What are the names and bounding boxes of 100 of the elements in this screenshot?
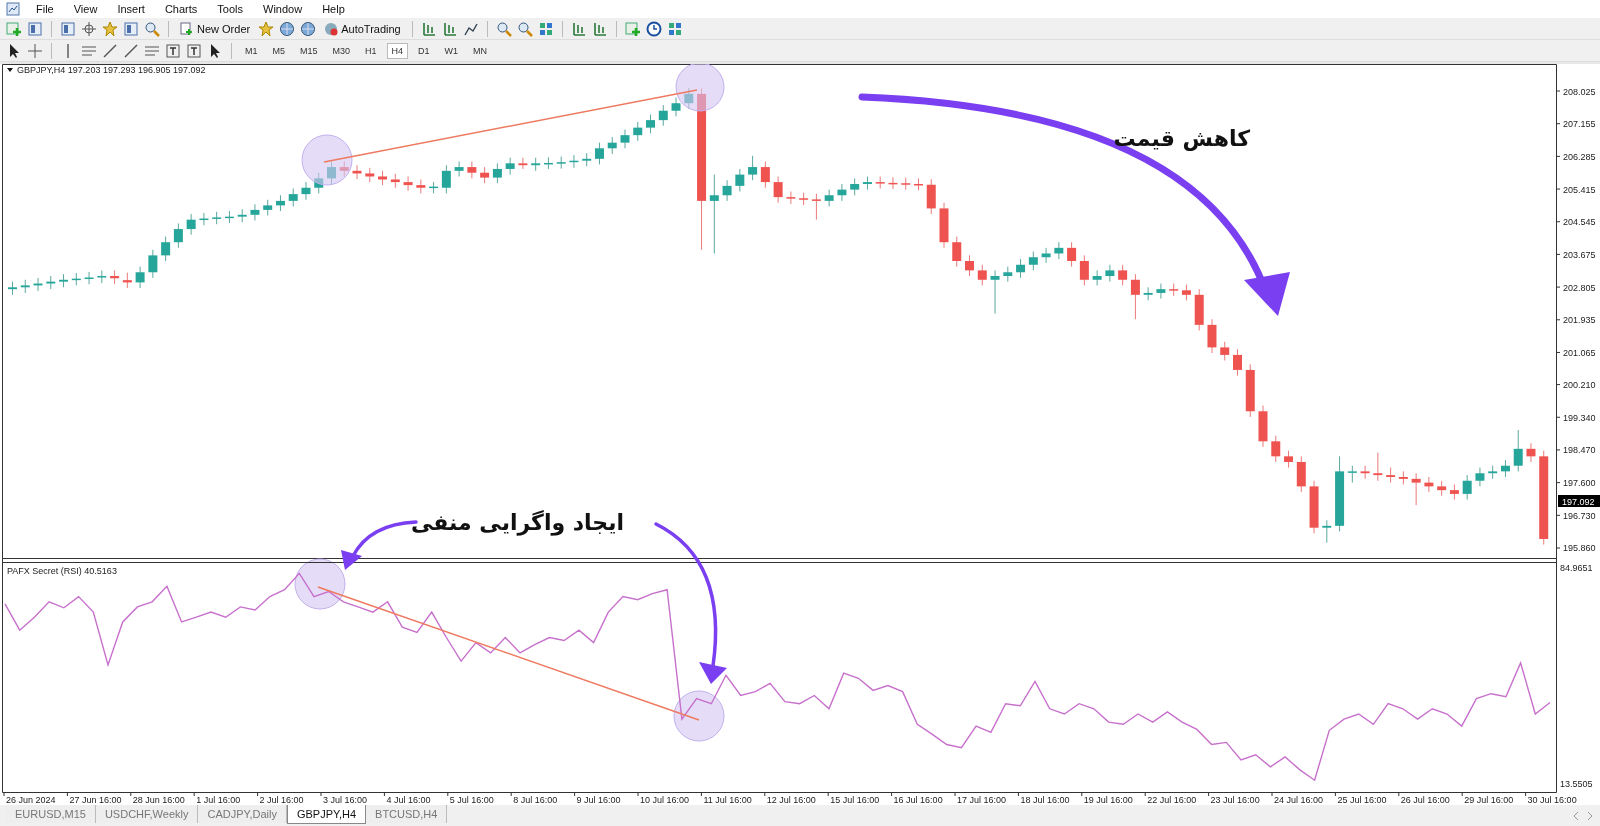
candle: [1079, 254, 1089, 286]
time-label: 28 Jun 16:00: [132, 795, 185, 805]
candle: [1181, 284, 1191, 301]
time-label: 3 Jul 16:00: [323, 795, 368, 805]
trendline-icon[interactable]: [102, 42, 118, 59]
chart-tab[interactable]: GBPJPY,H4: [286, 805, 367, 824]
candle: [888, 176, 898, 190]
menu-item[interactable]: View: [65, 3, 106, 15]
candle: [275, 194, 285, 212]
candle: [1067, 241, 1077, 268]
crosshair-icon[interactable]: [27, 42, 43, 59]
candle: [1475, 467, 1485, 487]
data-window-icon[interactable]: [102, 20, 118, 37]
indicator-axis-label: 84.9651: [1560, 563, 1593, 573]
new-chart-icon[interactable]: [6, 20, 22, 37]
menu-item[interactable]: Insert: [109, 3, 153, 15]
candle: [646, 114, 655, 134]
candle: [760, 160, 770, 189]
candle: [71, 272, 81, 286]
timeframe-button[interactable]: M15: [295, 42, 323, 59]
candle: [990, 269, 1000, 315]
time-label: 22 Jul 16:00: [1147, 795, 1197, 805]
timeframe-button[interactable]: H1: [360, 42, 382, 59]
candle: [237, 208, 247, 223]
candle: [84, 271, 94, 285]
chart-header: GBPJPY,H4 197.203 197.293 196.905 197.092: [17, 65, 206, 75]
candle: [288, 188, 298, 207]
candle: [1271, 435, 1281, 463]
candle: [301, 181, 311, 201]
collapse-icon[interactable]: [7, 68, 13, 72]
autotrading-button[interactable]: AutoTrading: [321, 18, 404, 39]
timeframe-button[interactable]: W1: [439, 42, 464, 59]
highlight-circle: [673, 690, 725, 742]
candle: [1092, 269, 1102, 286]
annotation-text: کاهش قیمت: [1113, 126, 1250, 151]
menu-item[interactable]: Window: [255, 3, 311, 15]
text-tool-icon[interactable]: [165, 42, 181, 59]
timeframe-button[interactable]: M30: [327, 42, 356, 59]
candle: [939, 202, 949, 249]
candle: [378, 170, 388, 186]
candle: [314, 172, 324, 194]
price-label: 206.285: [1563, 151, 1596, 162]
candle: [467, 160, 477, 179]
candle: [1437, 480, 1447, 497]
bar-chart-icon[interactable]: [420, 20, 437, 37]
candle: [135, 266, 145, 289]
candle: [1220, 341, 1230, 362]
price-label: 205.415: [1563, 184, 1596, 195]
candle: [173, 222, 183, 249]
app-icon[interactable]: [6, 2, 20, 16]
highlight-circle: [301, 134, 353, 186]
time-label: 25 Jul 16:00: [1337, 795, 1387, 805]
navigator-icon[interactable]: [81, 20, 97, 37]
price-label: 195.860: [1563, 543, 1596, 554]
price-label: 198.470: [1563, 445, 1596, 456]
zoom-out-icon[interactable]: [516, 20, 533, 37]
menu-item[interactable]: Tools: [209, 3, 251, 15]
annotation-text: ایجاد واگرایی منفی: [411, 510, 624, 535]
candle: [671, 97, 681, 117]
text-label-icon[interactable]: [186, 42, 202, 59]
timeframe-button[interactable]: H4: [386, 42, 409, 59]
clock-icon[interactable]: [645, 20, 662, 37]
candle: [518, 157, 528, 170]
time-label: 26 Jun 2024: [6, 795, 56, 805]
candle: [799, 192, 809, 206]
candle: [20, 279, 30, 294]
candle: [1130, 273, 1140, 320]
candle: [543, 156, 553, 170]
timeframe-button[interactable]: M1: [240, 42, 263, 59]
tile-windows-icon[interactable]: [537, 20, 554, 37]
candle: [1373, 452, 1383, 482]
candle: [658, 104, 668, 127]
time-label: 16 Jul 16:00: [893, 795, 943, 805]
timeframe-button[interactable]: MN: [468, 42, 493, 59]
new-order-button[interactable]: New Order: [177, 18, 254, 39]
candle: [327, 160, 336, 185]
candle: [199, 212, 209, 226]
time-label: 5 Jul 16:00: [449, 795, 494, 805]
menu-item[interactable]: Help: [314, 3, 353, 15]
candle: [1207, 318, 1217, 354]
candle: [365, 167, 375, 183]
price-label: 199.340: [1563, 412, 1596, 423]
globe-icon[interactable]: [300, 20, 317, 37]
zoom-in-icon[interactable]: [495, 20, 512, 37]
candle: [926, 178, 936, 215]
candle: [1041, 247, 1051, 264]
time-label: 2 Jul 16:00: [259, 795, 304, 805]
price-label: 202.805: [1563, 282, 1596, 293]
candle: [46, 275, 56, 290]
candle: [722, 179, 732, 202]
menu-item[interactable]: File: [28, 3, 62, 15]
candle: [339, 160, 349, 177]
candle: [773, 175, 783, 204]
menu-item[interactable]: Charts: [156, 3, 206, 15]
timeframe-button[interactable]: M5: [267, 42, 291, 59]
candle: [965, 254, 975, 277]
scroll-left-icon[interactable]: [1572, 811, 1580, 821]
scroll-right-icon[interactable]: [1586, 811, 1594, 821]
time-label: 12 Jul 16:00: [766, 795, 816, 805]
timeframe-button[interactable]: D1: [413, 42, 435, 59]
